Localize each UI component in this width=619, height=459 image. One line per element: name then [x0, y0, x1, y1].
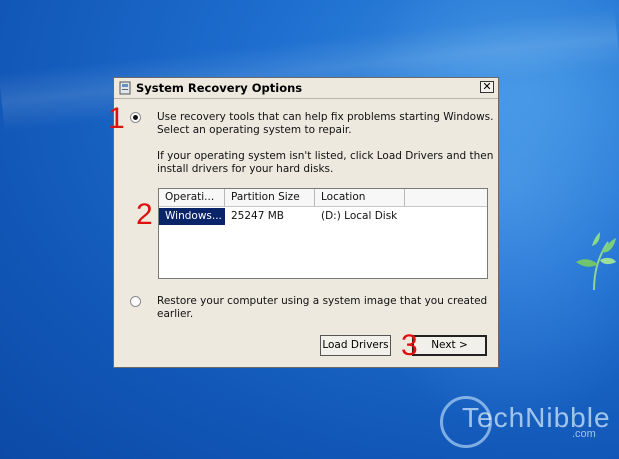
system-recovery-dialog: System Recovery Options ✕ Use recovery t… — [113, 77, 499, 368]
annotation-number-1: 1 — [108, 102, 125, 135]
info-line1: If your operating system isn't listed, c… — [157, 150, 494, 162]
dialog-titlebar[interactable]: System Recovery Options ✕ — [114, 78, 498, 99]
column-header-os[interactable]: Operati... — [159, 189, 225, 206]
row-location[interactable]: (D:) Local Disk — [315, 208, 435, 225]
next-button[interactable]: Next > — [412, 335, 487, 356]
annotation-number-2: 2 — [136, 198, 153, 231]
column-header-location[interactable]: Location — [315, 189, 405, 206]
column-header-size[interactable]: Partition Size — [225, 189, 315, 206]
radio-restore-image[interactable] — [130, 296, 141, 307]
option1-line1: Use recovery tools that can help fix pro… — [157, 111, 494, 123]
row-size[interactable]: 25247 MB — [225, 208, 315, 225]
windows-leaf-icon — [576, 232, 616, 291]
radio-selected-dot — [133, 115, 138, 120]
radio-repair-tools[interactable] — [130, 112, 141, 123]
table-header: Operati... Partition Size Location — [159, 189, 487, 207]
option2-line2: earlier. — [157, 308, 194, 320]
watermark-suffix: .com — [572, 428, 596, 440]
option2-line1: Restore your computer using a system ima… — [157, 295, 488, 307]
close-button[interactable]: ✕ — [480, 81, 494, 93]
option1-line2: Select an operating system to repair. — [157, 124, 352, 136]
load-drivers-button[interactable]: Load Drivers — [320, 335, 391, 356]
os-list-table[interactable]: Operati... Partition Size Location Windo… — [158, 188, 488, 279]
technibble-watermark: TechNibble .com — [440, 392, 610, 448]
info-line2: install drivers for your hard disks. — [157, 163, 334, 175]
close-icon: ✕ — [482, 80, 492, 93]
row-os[interactable]: Windows... — [159, 208, 225, 225]
annotation-number-3: 3 — [401, 329, 418, 362]
dialog-title: System Recovery Options — [136, 81, 303, 95]
table-row[interactable]: Windows... 25247 MB (D:) Local Disk — [159, 208, 487, 225]
window-icon — [119, 81, 131, 95]
